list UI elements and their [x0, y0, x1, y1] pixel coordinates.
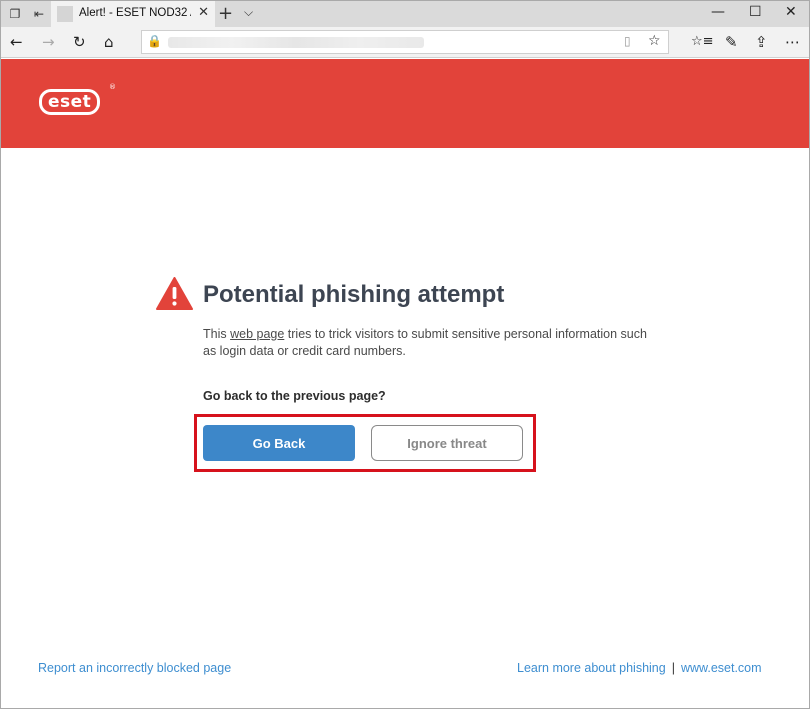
back-icon[interactable]: ←: [10, 33, 23, 51]
logo-registered-mark: ®: [109, 83, 116, 91]
minimize-icon[interactable]: —: [711, 4, 725, 20]
tab-active[interactable]: Alert! - ESET NOD32 An ✕: [51, 1, 215, 27]
tab-actions-icon[interactable]: ❐: [7, 6, 23, 22]
share-icon[interactable]: ⇪: [755, 33, 768, 51]
page-title: Potential phishing attempt: [203, 281, 505, 308]
forward-icon[interactable]: →: [42, 33, 55, 51]
eset-site-link[interactable]: www.eset.com: [681, 661, 762, 675]
home-icon[interactable]: ⌂: [104, 33, 114, 51]
eset-logo: eset: [39, 89, 101, 115]
set-aside-tabs-icon[interactable]: ⇤: [31, 6, 47, 22]
tab-favicon-icon: [57, 6, 73, 22]
address-bar[interactable]: 🔒 ▯ ☆: [141, 30, 669, 54]
web-page-link[interactable]: web page: [230, 327, 284, 341]
report-blocked-link[interactable]: Report an incorrectly blocked page: [38, 661, 231, 675]
learn-phishing-link[interactable]: Learn more about phishing: [517, 661, 666, 675]
lock-icon: 🔒: [147, 34, 162, 48]
tab-title: Alert! - ESET NOD32 An: [79, 7, 191, 19]
browser-window: ❐ ⇤ Alert! - ESET NOD32 An ✕ + ⌵ — ☐ ✕ ←…: [0, 0, 810, 709]
navigation-bar: ← → ↻ ⌂ 🔒 ▯ ☆ ☆≡ ✎ ⇪ ⋯: [1, 27, 809, 58]
ignore-threat-button[interactable]: Ignore threat: [371, 425, 523, 461]
new-tab-icon[interactable]: +: [218, 3, 233, 24]
notes-pen-icon[interactable]: ✎: [725, 33, 738, 51]
brand-header: eset ®: [1, 59, 809, 148]
favorite-star-icon[interactable]: ☆: [648, 33, 661, 49]
refresh-icon[interactable]: ↻: [73, 33, 86, 51]
tab-list-chevron-icon[interactable]: ⌵: [244, 5, 253, 20]
close-window-icon[interactable]: ✕: [785, 4, 797, 20]
go-back-button[interactable]: Go Back: [203, 425, 355, 461]
tab-close-icon[interactable]: ✕: [198, 5, 209, 20]
favorites-hub-icon[interactable]: ☆≡: [691, 33, 714, 51]
description-prefix: This: [203, 327, 231, 341]
footer-separator: |: [671, 661, 675, 675]
alert-description: This web page tries to trick visitors to…: [203, 326, 663, 360]
maximize-icon[interactable]: ☐: [749, 4, 762, 20]
go-back-question: Go back to the previous page?: [203, 389, 386, 403]
url-text-blurred: [168, 37, 424, 48]
warning-icon: [156, 277, 193, 310]
reading-view-icon[interactable]: ▯: [624, 34, 631, 48]
footer-links: Learn more about phishing | www.eset.com: [517, 661, 762, 675]
more-icon[interactable]: ⋯: [785, 33, 800, 51]
tab-bar: ❐ ⇤ Alert! - ESET NOD32 An ✕ + ⌵ — ☐ ✕: [1, 1, 809, 27]
